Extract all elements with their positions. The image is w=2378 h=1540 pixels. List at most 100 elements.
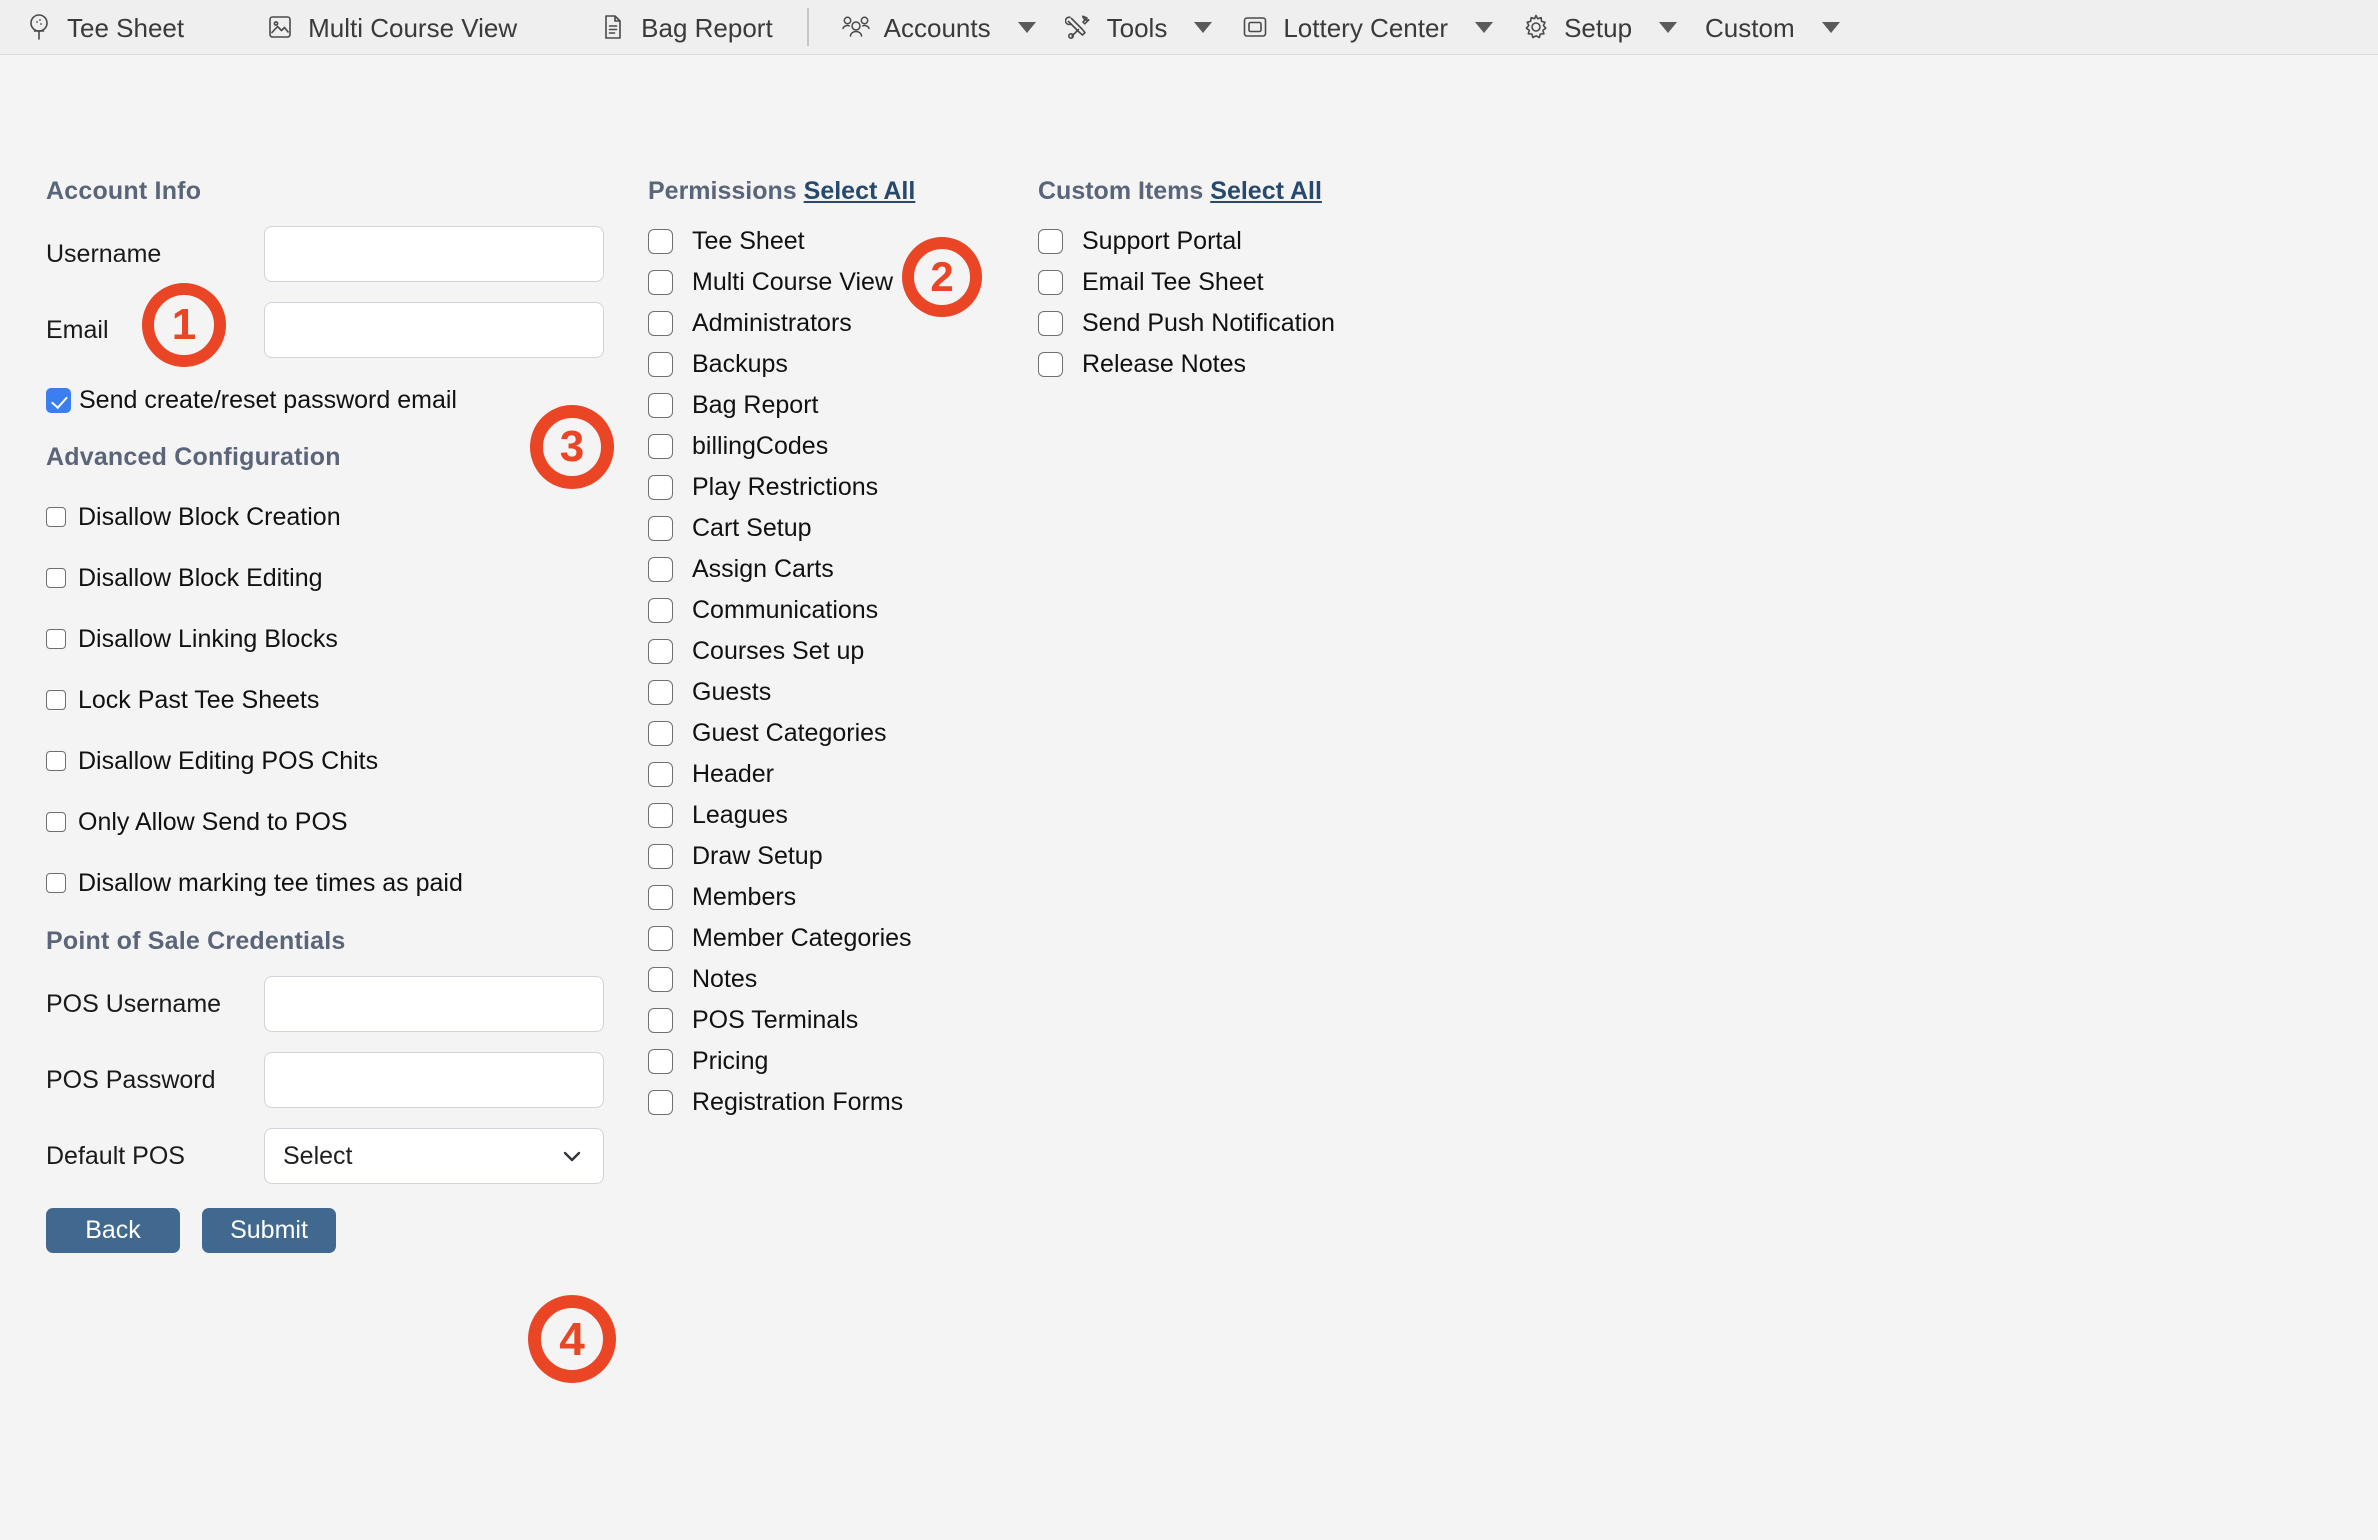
nav-item-tools[interactable]: Tools: [1064, 0, 1241, 55]
custom-item-row[interactable]: Release Notes: [1038, 350, 1458, 378]
submit-button[interactable]: Submit: [202, 1208, 336, 1253]
email-row: Email: [46, 302, 606, 358]
permission-checkbox-guest-categories[interactable]: [648, 721, 673, 746]
advanced-option-row[interactable]: Only Allow Send to POS: [46, 806, 606, 838]
advanced-option-row[interactable]: Disallow Linking Blocks: [46, 623, 606, 655]
permission-checkbox-member-categories[interactable]: [648, 926, 673, 951]
nav-item-tee-sheet[interactable]: Tee Sheet: [24, 0, 212, 55]
custom-item-row[interactable]: Send Push Notification: [1038, 309, 1458, 337]
nav-item-lottery-center[interactable]: Lottery Center: [1240, 0, 1521, 55]
nav-item-custom[interactable]: Custom: [1705, 0, 1868, 55]
permission-checkbox-communications[interactable]: [648, 598, 673, 623]
permission-row[interactable]: Communications: [648, 596, 1028, 624]
permissions-select-all-link[interactable]: Select All: [804, 177, 916, 205]
permission-checkbox-registration-forms[interactable]: [648, 1090, 673, 1115]
disallow-editing-pos-chits-checkbox[interactable]: [46, 751, 66, 771]
permission-checkbox-pricing[interactable]: [648, 1049, 673, 1074]
send-password-email-row[interactable]: Send create/reset password email: [46, 386, 606, 415]
permission-checkbox-guests[interactable]: [648, 680, 673, 705]
custom-item-row[interactable]: Support Portal: [1038, 227, 1458, 255]
permission-row[interactable]: POS Terminals: [648, 1006, 1028, 1034]
lock-past-tee-sheets-checkbox[interactable]: [46, 690, 66, 710]
permission-checkbox-tee-sheet[interactable]: [648, 229, 673, 254]
custom-item-checkbox-email-tee-sheet[interactable]: [1038, 270, 1063, 295]
custom-item-checkbox-release-notes[interactable]: [1038, 352, 1063, 377]
custom-items-select-all-link[interactable]: Select All: [1210, 177, 1322, 205]
golf-tee-icon: [24, 12, 54, 42]
chevron-down-icon[interactable]: [1017, 21, 1036, 33]
nav-item-setup[interactable]: Setup: [1521, 0, 1705, 55]
nav-item-bag-report[interactable]: Bag Report: [598, 0, 801, 55]
advanced-option-row[interactable]: Disallow Block Creation: [46, 501, 606, 533]
permission-row[interactable]: Header: [648, 760, 1028, 788]
permission-row[interactable]: Draw Setup: [648, 842, 1028, 870]
permission-checkbox-leagues[interactable]: [648, 803, 673, 828]
back-button[interactable]: Back: [46, 1208, 180, 1253]
point-of-sale-heading: Point of Sale Credentials: [46, 927, 346, 955]
annotation-badge-4: 4: [528, 1295, 616, 1383]
disallow-block-creation-checkbox[interactable]: [46, 507, 66, 527]
permission-checkbox-draw-setup[interactable]: [648, 844, 673, 869]
username-input[interactable]: [264, 226, 604, 282]
email-input[interactable]: [264, 302, 604, 358]
custom-item-checkbox-support-portal[interactable]: [1038, 229, 1063, 254]
disallow-block-editing-checkbox[interactable]: [46, 568, 66, 588]
permission-row[interactable]: Member Categories: [648, 924, 1028, 952]
custom-item-label: Send Push Notification: [1082, 309, 1335, 337]
advanced-configuration-heading: Advanced Configuration: [46, 443, 341, 471]
username-label: Username: [46, 239, 162, 268]
pos-password-input[interactable]: [264, 1052, 604, 1108]
permission-checkbox-backups[interactable]: [648, 352, 673, 377]
permission-checkbox-courses-set-up[interactable]: [648, 639, 673, 664]
permission-label: Header: [692, 760, 774, 788]
chevron-down-icon[interactable]: [1821, 21, 1840, 33]
disallow-marking-paid-checkbox[interactable]: [46, 873, 66, 893]
nav-item-multi-course-view[interactable]: Multi Course View: [265, 0, 545, 55]
chevron-down-icon[interactable]: [1475, 21, 1494, 33]
permission-row[interactable]: Cart Setup: [648, 514, 1028, 542]
permission-row[interactable]: Leagues: [648, 801, 1028, 829]
only-allow-send-to-pos-checkbox[interactable]: [46, 812, 66, 832]
permission-row[interactable]: Bag Report: [648, 391, 1028, 419]
permission-checkbox-assign-carts[interactable]: [648, 557, 673, 582]
nav-item-accounts[interactable]: Accounts: [841, 0, 1064, 55]
permission-row[interactable]: Registration Forms: [648, 1088, 1028, 1116]
permission-row[interactable]: Pricing: [648, 1047, 1028, 1075]
permission-checkbox-bag-report[interactable]: [648, 393, 673, 418]
permission-row[interactable]: billingCodes: [648, 432, 1028, 460]
advanced-option-row[interactable]: Lock Past Tee Sheets: [46, 684, 606, 716]
advanced-option-row[interactable]: Disallow marking tee times as paid: [46, 867, 606, 899]
permission-checkbox-header[interactable]: [648, 762, 673, 787]
advanced-option-row[interactable]: Disallow Block Editing: [46, 562, 606, 594]
permission-row[interactable]: Courses Set up: [648, 637, 1028, 665]
custom-item-checkbox-send-push-notification[interactable]: [1038, 311, 1063, 336]
permission-checkbox-billingcodes[interactable]: [648, 434, 673, 459]
permission-checkbox-administrators[interactable]: [648, 311, 673, 336]
send-password-email-checkbox[interactable]: [46, 388, 71, 413]
permission-row[interactable]: Play Restrictions: [648, 473, 1028, 501]
permission-checkbox-notes[interactable]: [648, 967, 673, 992]
permission-checkbox-members[interactable]: [648, 885, 673, 910]
advanced-option-row[interactable]: Disallow Editing POS Chits: [46, 745, 606, 777]
permission-checkbox-multi-course-view[interactable]: [648, 270, 673, 295]
permission-row[interactable]: Assign Carts: [648, 555, 1028, 583]
permission-checkbox-pos-terminals[interactable]: [648, 1008, 673, 1033]
permission-checkbox-play-restrictions[interactable]: [648, 475, 673, 500]
disallow-linking-blocks-checkbox[interactable]: [46, 629, 66, 649]
custom-item-row[interactable]: Email Tee Sheet: [1038, 268, 1458, 296]
permission-row[interactable]: Guests: [648, 678, 1028, 706]
pos-username-input[interactable]: [264, 976, 604, 1032]
chevron-down-icon[interactable]: [1194, 21, 1213, 33]
permission-row[interactable]: Administrators: [648, 309, 1028, 337]
default-pos-select[interactable]: Select: [264, 1128, 604, 1184]
chevron-down-icon[interactable]: [1659, 21, 1678, 33]
permission-row[interactable]: Backups: [648, 350, 1028, 378]
permission-checkbox-cart-setup[interactable]: [648, 516, 673, 541]
nav-label: Accounts: [883, 13, 991, 43]
permission-label: POS Terminals: [692, 1006, 859, 1034]
permission-row[interactable]: Members: [648, 883, 1028, 911]
permission-label: Member Categories: [692, 924, 912, 952]
permission-row[interactable]: Notes: [648, 965, 1028, 993]
chevron-down-icon: [561, 1145, 583, 1167]
permission-row[interactable]: Guest Categories: [648, 719, 1028, 747]
